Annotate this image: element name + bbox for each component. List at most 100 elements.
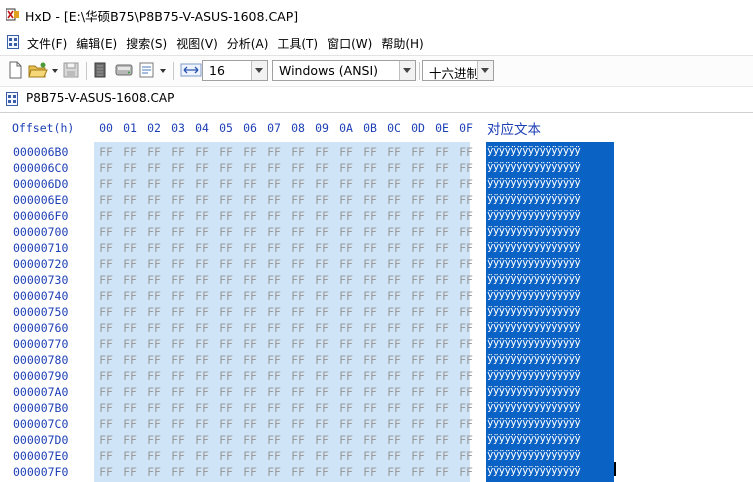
hex-byte[interactable]: FF — [166, 369, 190, 383]
row-text[interactable]: ÿÿÿÿÿÿÿÿÿÿÿÿÿÿÿÿ — [487, 241, 614, 253]
hex-byte[interactable]: FF — [430, 225, 454, 239]
hex-byte[interactable]: FF — [166, 305, 190, 319]
hex-byte[interactable]: FF — [406, 465, 430, 479]
row-text[interactable]: ÿÿÿÿÿÿÿÿÿÿÿÿÿÿÿÿ — [487, 385, 614, 397]
hex-byte[interactable]: FF — [454, 289, 478, 303]
hex-byte[interactable]: FF — [190, 145, 214, 159]
ram-icon[interactable] — [93, 61, 107, 79]
hex-byte[interactable]: FF — [358, 369, 382, 383]
hex-byte[interactable]: FF — [286, 465, 310, 479]
hex-byte[interactable]: FF — [406, 369, 430, 383]
hex-byte[interactable]: FF — [334, 193, 358, 207]
hex-byte[interactable]: FF — [454, 369, 478, 383]
hex-byte[interactable]: FF — [190, 289, 214, 303]
hex-byte[interactable]: FF — [454, 417, 478, 431]
hex-byte[interactable]: FF — [382, 417, 406, 431]
hex-byte[interactable]: FF — [262, 385, 286, 399]
hex-byte[interactable]: FF — [430, 273, 454, 287]
hex-byte[interactable]: FF — [286, 161, 310, 175]
hex-byte[interactable]: FF — [430, 257, 454, 271]
hex-byte[interactable]: FF — [166, 289, 190, 303]
charset-select[interactable]: Windows (ANSI) — [272, 60, 416, 81]
hex-byte[interactable]: FF — [334, 177, 358, 191]
open-folder-icon[interactable] — [28, 61, 48, 79]
hex-byte[interactable]: FF — [214, 433, 238, 447]
new-file-icon[interactable] — [7, 61, 23, 79]
hex-byte[interactable]: FF — [214, 401, 238, 415]
hex-byte[interactable]: FF — [94, 369, 118, 383]
hex-byte[interactable]: FF — [142, 225, 166, 239]
menu-view[interactable]: 视图(V) — [176, 35, 218, 52]
hex-byte[interactable]: FF — [334, 449, 358, 463]
hex-byte[interactable]: FF — [142, 145, 166, 159]
hex-byte[interactable]: FF — [358, 385, 382, 399]
chevron-down-icon[interactable] — [399, 61, 415, 80]
hex-byte[interactable]: FF — [118, 257, 142, 271]
hex-byte[interactable]: FF — [358, 273, 382, 287]
hex-byte[interactable]: FF — [262, 417, 286, 431]
hex-byte[interactable]: FF — [214, 465, 238, 479]
hex-byte[interactable]: FF — [94, 465, 118, 479]
hex-byte[interactable]: FF — [190, 433, 214, 447]
hex-byte[interactable]: FF — [286, 289, 310, 303]
hex-byte[interactable]: FF — [358, 257, 382, 271]
hex-byte[interactable]: FF — [142, 177, 166, 191]
hex-byte[interactable]: FF — [190, 337, 214, 351]
hex-byte[interactable]: FF — [94, 177, 118, 191]
hex-byte[interactable]: FF — [334, 209, 358, 223]
hex-byte[interactable]: FF — [94, 241, 118, 255]
hex-byte[interactable]: FF — [310, 417, 334, 431]
hex-byte[interactable]: FF — [310, 289, 334, 303]
hex-byte[interactable]: FF — [334, 385, 358, 399]
hex-byte[interactable]: FF — [118, 225, 142, 239]
hex-byte[interactable]: FF — [358, 353, 382, 367]
hex-byte[interactable]: FF — [334, 225, 358, 239]
document-icon[interactable] — [7, 35, 19, 49]
menu-search[interactable]: 搜索(S) — [126, 35, 167, 52]
hex-byte[interactable]: FF — [454, 257, 478, 271]
hex-byte[interactable]: FF — [262, 273, 286, 287]
hex-byte[interactable]: FF — [118, 241, 142, 255]
hex-byte[interactable]: FF — [430, 465, 454, 479]
hex-byte[interactable]: FF — [94, 305, 118, 319]
hex-byte[interactable]: FF — [406, 225, 430, 239]
hex-byte[interactable]: FF — [94, 193, 118, 207]
hex-byte[interactable]: FF — [382, 465, 406, 479]
hex-byte[interactable]: FF — [310, 273, 334, 287]
hex-byte[interactable]: FF — [310, 209, 334, 223]
hex-byte[interactable]: FF — [286, 321, 310, 335]
hex-byte[interactable]: FF — [214, 385, 238, 399]
hex-byte[interactable]: FF — [118, 417, 142, 431]
properties-icon[interactable] — [139, 61, 156, 79]
hex-byte[interactable]: FF — [334, 145, 358, 159]
hex-byte[interactable]: FF — [142, 209, 166, 223]
hex-byte[interactable]: FF — [262, 145, 286, 159]
hex-byte[interactable]: FF — [406, 209, 430, 223]
row-text[interactable]: ÿÿÿÿÿÿÿÿÿÿÿÿÿÿÿÿ — [487, 257, 614, 269]
hex-byte[interactable]: FF — [238, 305, 262, 319]
hex-byte[interactable]: FF — [430, 337, 454, 351]
hex-byte[interactable]: FF — [454, 161, 478, 175]
hex-byte[interactable]: FF — [214, 369, 238, 383]
hex-byte[interactable]: FF — [310, 225, 334, 239]
menu-file[interactable]: 文件(F) — [27, 35, 67, 52]
hex-byte[interactable]: FF — [382, 193, 406, 207]
hex-byte[interactable]: FF — [142, 433, 166, 447]
hex-byte[interactable]: FF — [286, 145, 310, 159]
bytes-per-row-select[interactable]: 16 — [202, 60, 268, 81]
hex-byte[interactable]: FF — [454, 305, 478, 319]
hex-byte[interactable]: FF — [310, 385, 334, 399]
hex-byte[interactable]: FF — [238, 209, 262, 223]
row-text[interactable]: ÿÿÿÿÿÿÿÿÿÿÿÿÿÿÿÿ — [487, 193, 614, 205]
hex-byte[interactable]: FF — [430, 161, 454, 175]
hex-byte[interactable]: FF — [406, 353, 430, 367]
hex-byte[interactable]: FF — [430, 401, 454, 415]
hex-byte[interactable]: FF — [334, 161, 358, 175]
hex-byte[interactable]: FF — [358, 209, 382, 223]
hex-byte[interactable]: FF — [238, 385, 262, 399]
hex-byte[interactable]: FF — [214, 225, 238, 239]
hex-byte[interactable]: FF — [166, 321, 190, 335]
row-text[interactable]: ÿÿÿÿÿÿÿÿÿÿÿÿÿÿÿÿ — [487, 209, 614, 221]
hex-byte[interactable]: FF — [382, 401, 406, 415]
hex-byte[interactable]: FF — [358, 161, 382, 175]
